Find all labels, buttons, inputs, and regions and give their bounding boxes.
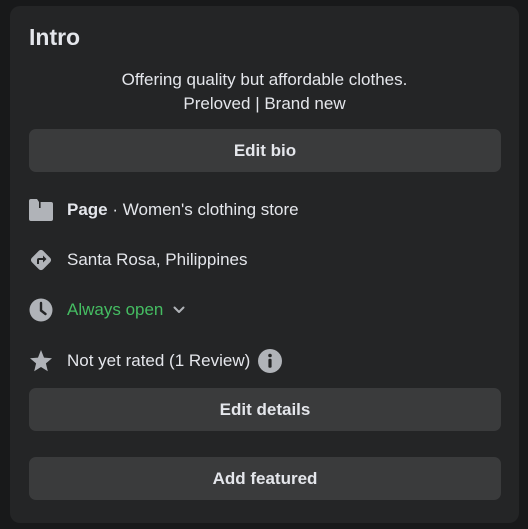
- chevron-down-icon[interactable]: [173, 306, 185, 314]
- hours-row[interactable]: Always open: [29, 296, 185, 324]
- page-category: · Women's clothing store: [107, 200, 299, 219]
- edit-details-button[interactable]: Edit details: [29, 388, 501, 431]
- rating-text[interactable]: Not yet rated (1 Review): [67, 351, 250, 371]
- bio-text: Offering quality but affordable clothes.…: [10, 68, 519, 116]
- hours-text[interactable]: Always open: [67, 300, 163, 320]
- info-icon[interactable]: [258, 349, 283, 373]
- intro-title: Intro: [29, 24, 81, 50]
- location-row: Santa Rosa, Philippines: [29, 246, 248, 274]
- rating-row: Not yet rated (1 Review): [29, 347, 283, 375]
- star-icon: [29, 349, 53, 373]
- intro-card: Intro Offering quality but affordable cl…: [10, 6, 519, 523]
- page-category-row: Page · Women's clothing store: [29, 196, 299, 224]
- edit-bio-button[interactable]: Edit bio: [29, 129, 501, 172]
- bio-line-1: Offering quality but affordable clothes.: [121, 70, 408, 89]
- bio-line-2: Preloved | Brand new: [183, 94, 346, 113]
- clock-icon: [29, 298, 53, 322]
- page-icon: [29, 198, 53, 222]
- add-featured-button[interactable]: Add featured: [29, 457, 501, 500]
- directions-icon: [29, 248, 53, 272]
- location-text[interactable]: Santa Rosa, Philippines: [67, 250, 248, 270]
- page-label: Page: [67, 200, 108, 219]
